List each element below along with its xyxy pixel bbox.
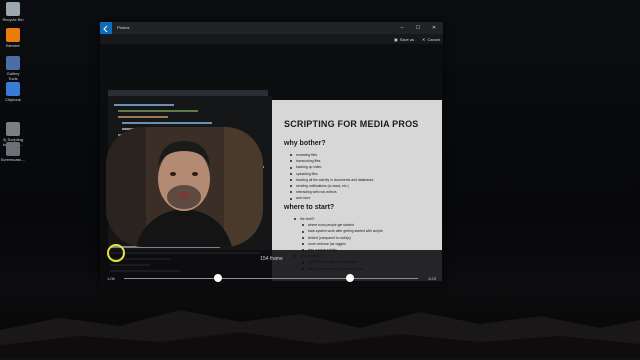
presenter-illustration (106, 127, 263, 247)
scripting-file-icon (6, 122, 20, 136)
cancel-icon: ✕ (422, 36, 426, 42)
desktop-shortcut[interactable]: Gallery Tools (2, 56, 24, 81)
bullet-dot-icon (290, 166, 292, 169)
bullet-dot-icon (290, 185, 292, 188)
bullet-dot-icon (290, 191, 292, 194)
close-button[interactable]: ✕ (427, 22, 441, 34)
minimize-button[interactable]: – (395, 22, 409, 34)
desktop-shortcut-label: Recycle Bin (2, 17, 24, 22)
command-bar: ▣ Save as ✕ Cancel (100, 34, 443, 44)
bullet-dot-icon (302, 236, 304, 239)
bullet-dot-icon (294, 218, 296, 221)
slide-section-start: where to start? (284, 204, 335, 211)
desktop-shortcut-label: Citybook (5, 97, 21, 102)
click-highlight-ring (107, 244, 125, 262)
title-bar: Photos – ☐ ✕ (100, 22, 443, 34)
bullet-dot-icon (302, 230, 304, 233)
bullet-dot-icon (302, 224, 304, 227)
webcam-overlay (106, 127, 263, 247)
slide-title: SCRIPTING FOR MEDIA PROS (284, 119, 419, 129)
duration: 3:23 (428, 276, 436, 281)
desktop-shortcut-label: Gallery Tools (6, 71, 20, 81)
bullet-dot-icon (290, 178, 292, 181)
bullet-dot-icon (290, 160, 292, 163)
desktop-shortcut[interactable]: Screencast-... (0, 142, 26, 162)
trim-end-handle[interactable] (346, 274, 355, 282)
trim-start-handle[interactable] (214, 274, 223, 282)
photos-window: Photos – ☐ ✕ ▣ Save as ✕ Cancel SCRIPTIN… (100, 22, 443, 287)
desktop-shortcut-label: Blender (6, 43, 20, 48)
back-button[interactable] (100, 22, 112, 34)
desktop-shortcut-label: Screencast-... (0, 157, 26, 162)
bullet-list-why: renaming files transcoding files backing u… (290, 152, 373, 202)
citybook-icon (6, 82, 20, 96)
recycle-bin-icon (6, 2, 20, 16)
bullet-dot-icon (290, 172, 292, 175)
desktop-shortcut[interactable]: Recycle Bin (2, 2, 24, 22)
bullet-dot-icon (290, 154, 292, 157)
screencast-file-icon (6, 142, 20, 156)
scrub-track[interactable] (124, 278, 418, 279)
desktop-shortcut[interactable]: Citybook (2, 82, 24, 102)
slide-bullet: and more (290, 195, 373, 201)
playback-controls: 154 frame 1:06 3:23 (100, 250, 443, 286)
frame-indicator: 154 frame (260, 256, 283, 262)
cancel-label: Cancel (427, 36, 440, 42)
save-as-button[interactable]: ▣ Save as (394, 34, 414, 44)
save-as-label: Save as (399, 36, 415, 42)
bullet-dot-icon (302, 242, 304, 245)
current-time: 1:06 (107, 276, 115, 281)
slide-bullet: bare-system work after getting started w… (294, 228, 383, 234)
desktop-shortcut[interactable]: Blender (2, 28, 24, 48)
cancel-button[interactable]: ✕ Cancel (422, 34, 440, 44)
gallery-tools-icon (6, 56, 20, 70)
bullet-dot-icon (290, 197, 292, 200)
blender-icon (6, 28, 20, 42)
maximize-button[interactable]: ☐ (411, 22, 425, 34)
slide-section-why: why bother? (284, 140, 326, 147)
save-icon: ▣ (394, 36, 398, 42)
window-title: Photos (117, 25, 130, 30)
